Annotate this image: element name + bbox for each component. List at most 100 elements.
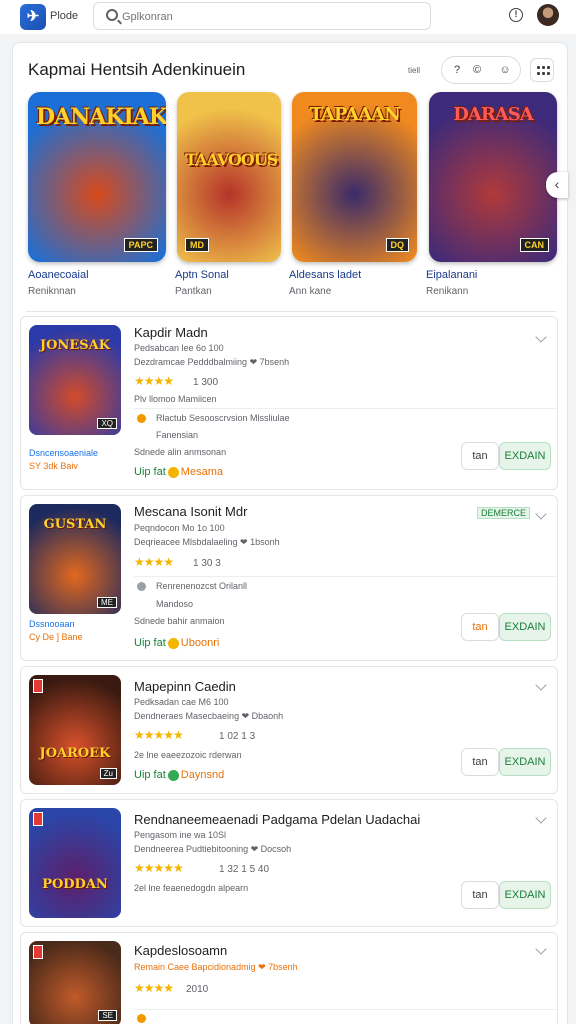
explain-button[interactable]: EXDAIN: [499, 613, 551, 641]
avatar[interactable]: [537, 4, 559, 26]
row-title[interactable]: Kapdeslosoamn: [134, 943, 227, 958]
rating-stars: ★★★★: [134, 374, 174, 388]
up-for-label: Uip fat Daynsnd: [134, 769, 225, 781]
featured-badge: DQ: [385, 238, 409, 252]
search-icon: [106, 9, 118, 21]
grid-icon[interactable]: [530, 58, 554, 82]
platform-marker: [33, 945, 43, 959]
row-meta: Pedsabcan lee 6o 100: [134, 343, 224, 353]
game-thumbnail: JOAROEK Zu: [29, 675, 121, 785]
explain-button[interactable]: EXDAIN: [499, 748, 551, 776]
explain-button[interactable]: EXDAIN: [499, 442, 551, 470]
platform-marker: [33, 679, 43, 693]
app-logo-text: Plode: [50, 10, 79, 22]
row-meta: Deqrieacee Mlsbdalaeling ❤ 1bsonh: [134, 537, 280, 547]
game-thumbnail: JONESAK XQ: [29, 325, 121, 435]
featured-badge: CAN: [519, 238, 549, 252]
divider: [26, 311, 556, 312]
help-icon[interactable]: !: [509, 8, 523, 22]
chevron-down-icon[interactable]: [535, 331, 547, 343]
secondary-button[interactable]: tan: [461, 442, 499, 470]
coin-icon: [167, 466, 179, 478]
list-item[interactable]: JONESAK XQ Kapdir Madn Pedsabcan lee 6o …: [20, 316, 558, 490]
row-info: Sdnede alin anmsonan: [134, 447, 227, 457]
game-thumbnail: GUSTAN ME: [29, 504, 121, 614]
chevron-down-icon[interactable]: [535, 679, 547, 691]
coin-icon: [167, 769, 179, 781]
thumbnail-badge: Zu: [99, 768, 117, 779]
thumbnail-badge: ME: [97, 597, 117, 608]
list-item[interactable]: JOAROEK Zu Mapepinn Caedin Pedksadan cae…: [20, 666, 558, 794]
rating-stars: ★★★★★: [134, 728, 184, 742]
row-title[interactable]: Mescana Isonit Mdr: [134, 504, 247, 519]
rating-stars: ★★★★: [134, 555, 174, 569]
row-title[interactable]: Rendnaneemeaenadi Padgama Pdelan Uadacha…: [134, 812, 420, 827]
rating-count: 1 02 1 3: [219, 731, 256, 742]
featured-art: [177, 92, 281, 262]
platform-label: Dsncensoaeniale: [29, 448, 99, 458]
platform-label: Dssnooaan: [29, 619, 75, 629]
rating-count: 1 300: [193, 377, 219, 388]
secondary-button[interactable]: tan: [461, 613, 499, 641]
featured-badge: MD: [185, 238, 209, 252]
row-info: Sdnede bahir anmaion: [134, 616, 225, 626]
row-info: Renrenenozcst Orilanll: [156, 581, 248, 591]
featured-sub: Ann kane: [289, 286, 332, 297]
row-info: Fanensian: [156, 430, 199, 440]
featured-art-title: DARASA: [453, 104, 533, 125]
app-logo[interactable]: ✈: [20, 4, 46, 30]
row-meta: Pengasom ine wa 10Sl: [134, 830, 227, 840]
question-icon[interactable]: ?: [450, 63, 464, 77]
explain-button[interactable]: EXDAIN: [499, 881, 551, 909]
featured-art-title: TAPAAAN: [309, 104, 401, 125]
secondary-button[interactable]: tan: [461, 881, 499, 909]
list-item[interactable]: PODDAN Rendnaneemeaenadi Padgama Pdelan …: [20, 799, 558, 927]
chevron-down-icon[interactable]: [535, 508, 547, 520]
price-label: SY 3dk Baiv: [29, 461, 78, 471]
featured-card[interactable]: TAPAAAN DQ: [292, 92, 417, 262]
status-badge: DEMERCE: [477, 507, 531, 519]
row-meta: Peqndocon Mo 1o 100: [134, 523, 225, 533]
rating-count: 1 32 1 5 40: [219, 864, 270, 875]
search-bar[interactable]: [93, 2, 431, 30]
chevron-down-icon[interactable]: [535, 943, 547, 955]
coin-icon: [167, 637, 179, 649]
list-item[interactable]: SE Kapdeslosoamn Remain Caee Bapcidionad…: [20, 932, 558, 1024]
featured-card[interactable]: DANAKIAK PAPC: [28, 92, 166, 262]
row-info: Mandoso: [156, 599, 194, 609]
info-icon: [137, 414, 146, 423]
rating-count: 1 30 3: [193, 558, 221, 569]
featured-art-title: TAAVOOUS: [185, 150, 278, 169]
featured-card[interactable]: TAAVOOUS MD: [177, 92, 281, 262]
featured-sub: Pantkan: [175, 286, 212, 297]
featured-art-title: DANAKIAK: [36, 104, 166, 130]
divider: [134, 408, 557, 409]
rating-stars: ★★★★: [134, 981, 174, 995]
featured-name[interactable]: Aptn Sonal: [175, 269, 229, 281]
featured-badge: PAPC: [123, 238, 158, 252]
divider: [134, 1009, 557, 1010]
row-meta: 2e lne eaeezozoic rderwan: [134, 750, 242, 760]
row-title[interactable]: Kapdir Madn: [134, 325, 208, 340]
featured-name[interactable]: Eipalanani: [426, 269, 477, 281]
featured-card[interactable]: DARASA CAN: [429, 92, 557, 262]
carousel-next-button[interactable]: ‹: [546, 172, 568, 198]
list-item[interactable]: GUSTAN ME Mescana Isonit Mdr DEMERCE Peq…: [20, 495, 558, 661]
secondary-button[interactable]: tan: [461, 748, 499, 776]
row-meta: Pedksadan cae M6 100: [134, 697, 229, 707]
price-label: Cy De ] Bane: [29, 632, 83, 642]
thumbnail-title: GUSTAN: [43, 517, 107, 532]
thumbnail-title: JOAROEK: [39, 746, 111, 761]
featured-name[interactable]: Aldesans ladet: [289, 269, 361, 281]
chevron-down-icon[interactable]: [535, 812, 547, 824]
row-title[interactable]: Mapepinn Caedin: [134, 679, 236, 694]
smiley-icon[interactable]: ☺: [498, 63, 512, 77]
up-for-label: Uip fat Mesama: [134, 466, 223, 478]
row-meta: Dendneerea Pudtiebitooning ❤ Docsoh: [134, 844, 292, 854]
search-input[interactable]: [122, 8, 412, 26]
featured-name[interactable]: Aoanecoaial: [28, 269, 89, 281]
copyright-icon[interactable]: ©: [470, 63, 484, 77]
top-bar: ✈ Plode !: [0, 0, 576, 34]
info-icon: [137, 582, 146, 591]
thumbnail-title: PODDAN: [42, 877, 108, 892]
